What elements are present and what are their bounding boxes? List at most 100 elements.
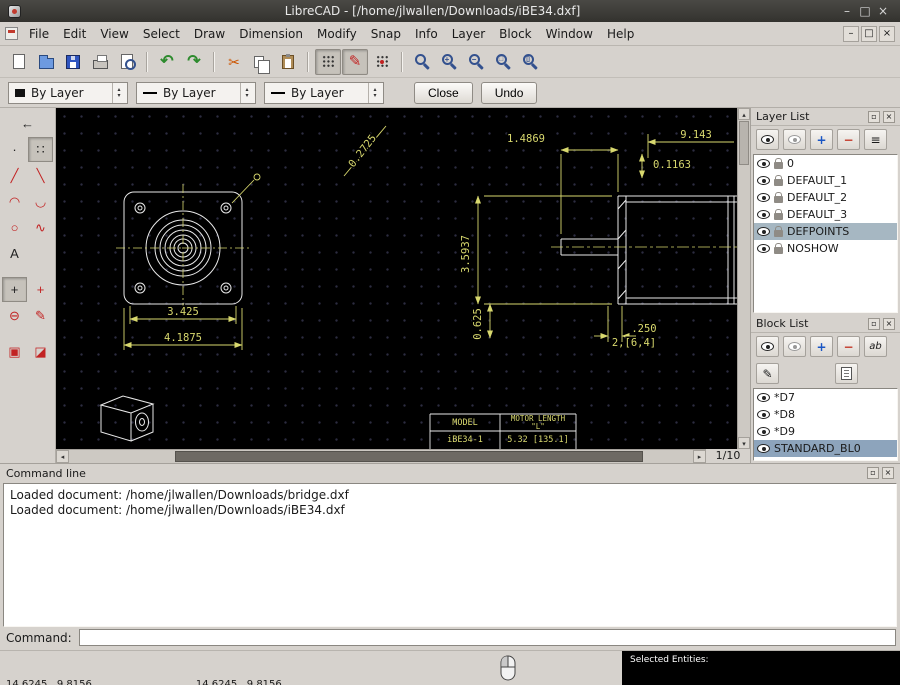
delete-tool-button[interactable]: ⊖ — [2, 303, 27, 328]
menu-select[interactable]: Select — [136, 24, 187, 44]
layer-row[interactable]: DEFAULT_2 — [754, 189, 897, 206]
float-panel-icon[interactable]: ▫ — [867, 467, 879, 479]
layer-visibility-icon[interactable] — [757, 244, 770, 253]
layer-row[interactable]: DEFAULT_1 — [754, 172, 897, 189]
scroll-right-icon[interactable]: ▸ — [693, 450, 706, 463]
hide-all-blocks-button[interactable] — [783, 336, 806, 357]
close-panel-icon[interactable]: × — [882, 467, 894, 479]
back-tool-button[interactable]: ← — [2, 111, 53, 136]
layer-row-selected[interactable]: DEFPOINTS — [754, 223, 897, 240]
menu-layer[interactable]: Layer — [445, 24, 492, 44]
maximize-button[interactable]: □ — [856, 4, 874, 18]
menu-help[interactable]: Help — [600, 24, 641, 44]
menu-info[interactable]: Info — [408, 24, 445, 44]
menu-file[interactable]: File — [22, 24, 56, 44]
horizontal-scrollbar[interactable]: ◂ ▸ — [56, 449, 706, 463]
rename-block-button[interactable]: ab — [864, 336, 887, 357]
command-line-header[interactable]: Command line ▫ × — [0, 464, 900, 482]
cut-button[interactable]: ✂ — [221, 49, 247, 75]
spinner-arrows-icon[interactable]: ▴▾ — [368, 83, 381, 103]
minimize-button[interactable]: – — [838, 4, 856, 18]
save-button[interactable] — [60, 49, 86, 75]
new-button[interactable] — [6, 49, 32, 75]
crosshair-tool-button[interactable]: + — [2, 277, 27, 302]
child-restore-button[interactable]: □ — [861, 26, 877, 42]
spline-tool-button[interactable]: ∿ — [28, 215, 53, 240]
zoom-pan-button[interactable] — [517, 49, 543, 75]
edit-block-button[interactable]: ✎ — [756, 363, 779, 384]
float-panel-icon[interactable]: ▫ — [868, 318, 880, 330]
lock-icon[interactable] — [774, 213, 783, 220]
zoom-in-button[interactable] — [436, 49, 462, 75]
block-visibility-icon[interactable] — [757, 393, 770, 402]
titlebar[interactable]: LibreCAD - [/home/jlwallen/Downloads/iBE… — [0, 0, 900, 22]
menu-modify[interactable]: Modify — [310, 24, 364, 44]
draw-pen-button[interactable]: ✎ — [342, 49, 368, 75]
scroll-down-icon[interactable]: ▾ — [738, 437, 750, 449]
lock-icon[interactable] — [774, 230, 783, 237]
pen-color-select[interactable]: By Layer ▴▾ — [8, 82, 128, 104]
layer-row[interactable]: DEFAULT_3 — [754, 206, 897, 223]
block-row-selected[interactable]: STANDARD_BL0 — [754, 440, 897, 457]
layer-attributes-button[interactable]: ≡ — [864, 129, 887, 150]
print-preview-button[interactable] — [114, 49, 140, 75]
open-button[interactable] — [33, 49, 59, 75]
grid-toggle-button[interactable] — [315, 49, 341, 75]
layer-visibility-icon[interactable] — [757, 227, 770, 236]
command-history[interactable]: Loaded document: /home/jlwallen/Download… — [3, 483, 897, 627]
copy-button[interactable] — [248, 49, 274, 75]
circle-tool-button[interactable]: ○ — [2, 215, 27, 240]
layer-row[interactable]: 0 — [754, 155, 897, 172]
block-row[interactable]: *D9 — [754, 423, 897, 440]
close-button[interactable]: × — [874, 4, 892, 18]
float-panel-icon[interactable]: ▫ — [868, 111, 880, 123]
horizontal-scroll-thumb[interactable] — [175, 451, 643, 462]
add-block-button[interactable]: + — [810, 336, 833, 357]
paste-button[interactable] — [275, 49, 301, 75]
remove-layer-button[interactable]: − — [837, 129, 860, 150]
scroll-left-icon[interactable]: ◂ — [56, 450, 69, 463]
menu-draw[interactable]: Draw — [187, 24, 232, 44]
menu-dimension[interactable]: Dimension — [232, 24, 310, 44]
stamp-tool-button[interactable]: ◪ — [28, 339, 53, 364]
layer-visibility-icon[interactable] — [757, 159, 770, 168]
point-tool-button[interactable]: · — [2, 137, 27, 162]
arc-3p-tool-button[interactable]: ◡ — [28, 189, 53, 214]
remove-block-button[interactable]: − — [837, 336, 860, 357]
vertical-scrollbar[interactable]: ▴ ▾ — [737, 108, 750, 449]
print-button[interactable] — [87, 49, 113, 75]
layer-list-header[interactable]: Layer List ▫ × — [751, 108, 900, 126]
redo-button[interactable]: ↷ — [181, 49, 207, 75]
layer-visibility-icon[interactable] — [757, 210, 770, 219]
lock-icon[interactable] — [774, 162, 783, 169]
block-list-header[interactable]: Block List ▫ × — [751, 315, 900, 333]
zoom-out-button[interactable] — [463, 49, 489, 75]
layer-row[interactable]: NOSHOW — [754, 240, 897, 257]
undo-button[interactable]: ↶ — [154, 49, 180, 75]
spinner-arrows-icon[interactable]: ▴▾ — [112, 83, 125, 103]
show-all-blocks-button[interactable] — [756, 336, 779, 357]
layer-visibility-icon[interactable] — [757, 176, 770, 185]
block-row[interactable]: *D7 — [754, 389, 897, 406]
vertical-scroll-thumb[interactable] — [739, 121, 749, 165]
block-visibility-icon[interactable] — [757, 444, 770, 453]
child-minimize-button[interactable]: – — [843, 26, 859, 42]
layer-visibility-icon[interactable] — [757, 193, 770, 202]
insert-block-button[interactable] — [835, 363, 858, 384]
polyline-tool-button[interactable]: ╲ — [28, 163, 53, 188]
menu-window[interactable]: Window — [539, 24, 600, 44]
close-action-button[interactable]: Close — [414, 82, 473, 104]
scroll-up-icon[interactable]: ▴ — [738, 108, 750, 120]
snap-grid-tool-button[interactable]: ∷ — [28, 137, 53, 162]
block-visibility-icon[interactable] — [757, 410, 770, 419]
zoom-redraw-button[interactable] — [409, 49, 435, 75]
block-visibility-icon[interactable] — [757, 427, 770, 436]
snap-settings-button[interactable] — [369, 49, 395, 75]
spinner-arrows-icon[interactable]: ▴▾ — [240, 83, 253, 103]
lock-icon[interactable] — [774, 179, 783, 186]
child-close-button[interactable]: × — [879, 26, 895, 42]
undo-action-button[interactable]: Undo — [481, 82, 538, 104]
add-layer-button[interactable]: + — [810, 129, 833, 150]
arc-tool-button[interactable]: ◠ — [2, 189, 27, 214]
menu-edit[interactable]: Edit — [56, 24, 93, 44]
